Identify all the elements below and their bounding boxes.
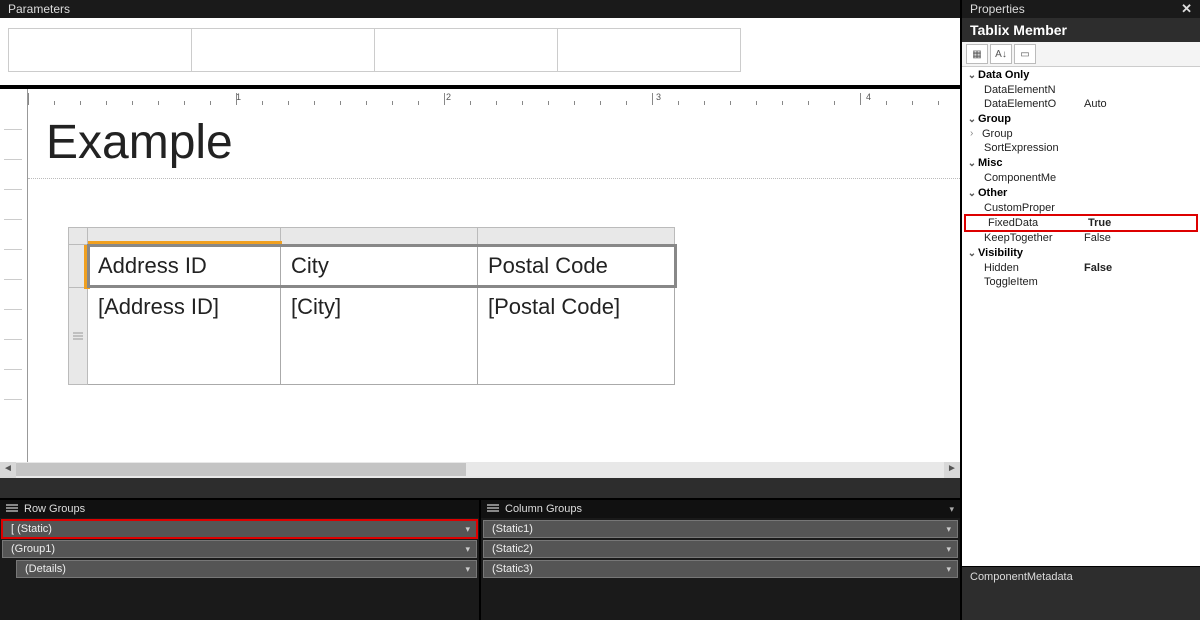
- chevron-down-icon[interactable]: ▾: [465, 564, 470, 575]
- category-label: Data Only: [978, 69, 1029, 81]
- ruler-h-scale[interactable]: 1 2 3 4: [28, 89, 960, 109]
- props-row[interactable]: CustomProper: [962, 201, 1200, 215]
- tablix-row-selector[interactable]: [68, 287, 88, 385]
- chevron-down-icon: ⌄: [966, 114, 978, 125]
- scroll-track[interactable]: [16, 462, 944, 478]
- chevron-down-icon[interactable]: ▾: [465, 524, 470, 535]
- props-row[interactable]: KeepTogetherFalse: [962, 231, 1200, 245]
- column-group-item[interactable]: (Static2)▾: [483, 540, 958, 558]
- ruler-corner: [0, 89, 28, 109]
- row-groups-title: Row Groups: [24, 503, 85, 515]
- report-page[interactable]: Example Address ID City: [28, 109, 960, 462]
- properties-label: Properties: [970, 2, 1025, 16]
- properties-desc-text: ComponentMetadata: [970, 571, 1073, 583]
- chevron-down-icon: ⌄: [966, 248, 978, 259]
- design-surface: 1 2 3 4 Example: [0, 86, 960, 478]
- chevron-down-icon[interactable]: ▾: [946, 544, 951, 555]
- row-group-item[interactable]: (Group1)▾: [2, 540, 477, 558]
- props-row[interactable]: DataElementOAuto: [962, 97, 1200, 111]
- properties-description: ComponentMetadata: [962, 566, 1200, 620]
- column-groups-icon: [487, 504, 499, 514]
- report-title[interactable]: Example: [28, 109, 960, 178]
- scroll-thumb[interactable]: [16, 463, 466, 476]
- ruler-vertical[interactable]: [0, 109, 28, 462]
- props-row[interactable]: DataElementN: [962, 83, 1200, 97]
- alphabetical-icon[interactable]: A↓: [990, 44, 1012, 64]
- tablix-data-cell[interactable]: [Postal Code]: [477, 287, 675, 385]
- row-group-item-static[interactable]: [ (Static)▾: [2, 520, 477, 538]
- scroll-right-arrow[interactable]: ►: [944, 462, 960, 478]
- column-group-item[interactable]: (Static1)▾: [483, 520, 958, 538]
- chevron-down-icon[interactable]: ▾: [946, 524, 951, 535]
- props-row[interactable]: SortExpression: [962, 141, 1200, 155]
- row-group-item-details[interactable]: (Details)▾: [16, 560, 477, 578]
- props-row[interactable]: ComponentMe: [962, 171, 1200, 185]
- category-label: Visibility: [978, 247, 1023, 259]
- tablix-header-cell[interactable]: City: [280, 244, 478, 288]
- props-category[interactable]: ⌄Visibility: [962, 245, 1200, 261]
- props-row-fixeddata[interactable]: FixedDataTrue: [966, 216, 1196, 230]
- category-label: Misc: [978, 157, 1002, 169]
- param-cell[interactable]: [557, 28, 741, 72]
- chevron-down-icon: ⌄: [966, 70, 978, 81]
- properties-header: Properties ✕: [962, 0, 1200, 18]
- tablix-col-selector[interactable]: [87, 227, 281, 245]
- tablix-col-selector[interactable]: [477, 227, 675, 245]
- categorized-icon[interactable]: ▦: [966, 44, 988, 64]
- ruler-mark: 2: [446, 92, 451, 102]
- props-row[interactable]: HiddenFalse: [962, 261, 1200, 275]
- grouping-pane: Row Groups [ (Static)▾ (Group1)▾ (Detail…: [0, 498, 960, 620]
- chevron-down-icon[interactable]: ▾: [949, 504, 954, 515]
- tablix-data-cell[interactable]: [City]: [280, 287, 478, 385]
- tablix-row-selector[interactable]: [68, 244, 88, 288]
- props-category[interactable]: ⌄Group: [962, 111, 1200, 127]
- column-groups-pane: Column Groups ▾ (Static1)▾ (Static2)▾ (S…: [479, 500, 960, 620]
- props-category[interactable]: ⌄Other: [962, 185, 1200, 201]
- category-label: Group: [978, 113, 1011, 125]
- tablix[interactable]: Address ID City Postal Code [Address ID]…: [68, 227, 960, 385]
- props-row[interactable]: ›Group: [962, 127, 1200, 141]
- chevron-right-icon: ›: [970, 128, 982, 140]
- chevron-down-icon: ⌄: [966, 188, 978, 199]
- row-groups-pane: Row Groups [ (Static)▾ (Group1)▾ (Detail…: [0, 500, 479, 620]
- props-category[interactable]: ⌄Misc: [962, 155, 1200, 171]
- scroll-left-arrow[interactable]: ◄: [0, 462, 16, 478]
- column-group-item[interactable]: (Static3)▾: [483, 560, 958, 578]
- param-cell[interactable]: [8, 28, 192, 72]
- props-row[interactable]: ToggleItem: [962, 275, 1200, 289]
- properties-toolbar: ▦ A↓ ▭: [962, 42, 1200, 67]
- properties-list[interactable]: ⌄Data Only DataElementN DataElementOAuto…: [962, 67, 1200, 566]
- chevron-down-icon[interactable]: ▾: [946, 564, 951, 575]
- row-groups-header: Row Groups: [0, 500, 479, 518]
- props-category[interactable]: ⌄Data Only: [962, 67, 1200, 83]
- param-cell[interactable]: [191, 28, 375, 72]
- properties-panel: Properties ✕ Tablix Member ▦ A↓ ▭ ⌄Data …: [960, 0, 1200, 620]
- design-canvas[interactable]: Example Address ID City: [28, 109, 960, 462]
- tablix-col-selector[interactable]: [280, 227, 478, 245]
- horizontal-scrollbar[interactable]: ◄ ►: [0, 462, 960, 478]
- column-groups-title: Column Groups: [505, 503, 582, 515]
- row-groups-icon: [6, 504, 18, 514]
- ruler-mark: 3: [656, 92, 661, 102]
- tablix-header-cell[interactable]: Postal Code: [477, 244, 675, 288]
- tablix-corner[interactable]: [68, 227, 88, 245]
- chevron-down-icon: ⌄: [966, 158, 978, 169]
- ruler-mark: 4: [866, 92, 871, 102]
- parameters-title: Parameters: [8, 2, 70, 16]
- column-groups-header: Column Groups ▾: [481, 500, 960, 518]
- param-cell[interactable]: [374, 28, 558, 72]
- ruler-horizontal: 1 2 3 4: [0, 89, 960, 109]
- properties-object-title: Tablix Member: [962, 18, 1200, 42]
- chevron-down-icon[interactable]: ▾: [465, 544, 470, 555]
- tablix-header-cell[interactable]: Address ID: [87, 244, 281, 288]
- close-icon[interactable]: ✕: [1181, 1, 1192, 17]
- property-pages-icon[interactable]: ▭: [1014, 44, 1036, 64]
- tablix-data-cell[interactable]: [Address ID]: [87, 287, 281, 385]
- props-highlight: FixedDataTrue: [964, 214, 1198, 232]
- category-label: Other: [978, 187, 1007, 199]
